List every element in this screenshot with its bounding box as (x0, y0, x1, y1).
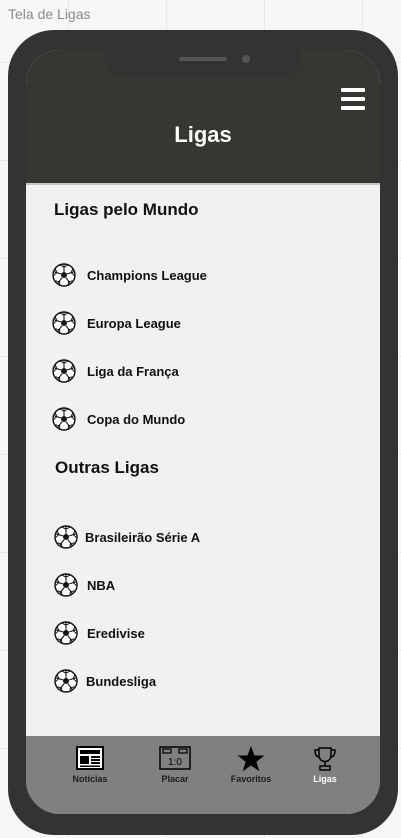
soccer-ball-icon (54, 525, 78, 549)
soccer-ball-icon (54, 573, 78, 597)
speaker-grille (179, 57, 227, 61)
phone-frame: Ligas Ligas pelo Mundo Champions League … (8, 30, 398, 835)
league-item-liga-da-franca[interactable]: Liga da França (52, 358, 179, 384)
soccer-ball-icon (52, 407, 76, 431)
league-label: NBA (87, 577, 116, 593)
soccer-ball-icon (54, 669, 78, 693)
league-label: Brasileirão Série A (85, 529, 201, 545)
phone-notch (105, 50, 301, 77)
tab-label: Ligas (313, 774, 337, 784)
trophy-icon (314, 747, 336, 771)
scoreboard-score: 1:0 (168, 757, 182, 768)
page-title: Ligas (174, 122, 232, 147)
tab-label: Notícias (72, 774, 108, 784)
league-label: Copa do Mundo (87, 411, 186, 427)
soccer-ball-icon (52, 311, 76, 335)
section-title-ligas-pelo-mundo: Ligas pelo Mundo (54, 200, 199, 219)
tab-ligas[interactable]: Ligas (290, 746, 360, 792)
scoreboard-icon: 1:0 (159, 746, 191, 770)
tab-label: Favoritos (230, 774, 272, 784)
league-item-brasileirao-serie-a[interactable]: Brasileirão Série A (54, 524, 200, 550)
newspaper-icon (76, 746, 104, 770)
league-label: Liga da França (87, 363, 179, 379)
front-camera (242, 55, 250, 63)
star-icon (237, 746, 265, 772)
app-header: Ligas (26, 50, 380, 185)
bottom-tab-bar: Notícias 1:0 Placar Favoritos Ligas (26, 736, 380, 814)
league-item-bundesliga[interactable]: Bundesliga (54, 668, 156, 694)
league-label: Europa League (87, 315, 181, 331)
tab-label: Placar (161, 774, 189, 784)
soccer-ball-icon (52, 263, 76, 287)
league-item-europa-league[interactable]: Europa League (52, 310, 181, 336)
league-label: Bundesliga (86, 673, 157, 689)
league-label: Eredivise (87, 625, 145, 641)
soccer-ball-icon (52, 359, 76, 383)
tab-noticias[interactable]: Notícias (55, 746, 125, 792)
app-screen: Ligas Ligas pelo Mundo Champions League … (26, 50, 380, 814)
league-item-eredivise[interactable]: Eredivise (54, 620, 145, 646)
soccer-ball-icon (54, 621, 78, 645)
hamburger-menu-icon[interactable] (341, 88, 365, 110)
tab-placar[interactable]: 1:0 Placar (140, 746, 210, 792)
section-title-outras-ligas: Outras Ligas (55, 458, 159, 477)
league-item-copa-do-mundo[interactable]: Copa do Mundo (52, 406, 185, 432)
canvas-title: Tela de Ligas (8, 6, 91, 22)
league-item-champions-league[interactable]: Champions League (52, 262, 207, 288)
league-label: Champions League (87, 267, 207, 283)
tab-favoritos[interactable]: Favoritos (216, 746, 286, 792)
league-item-nba[interactable]: NBA (54, 572, 115, 598)
